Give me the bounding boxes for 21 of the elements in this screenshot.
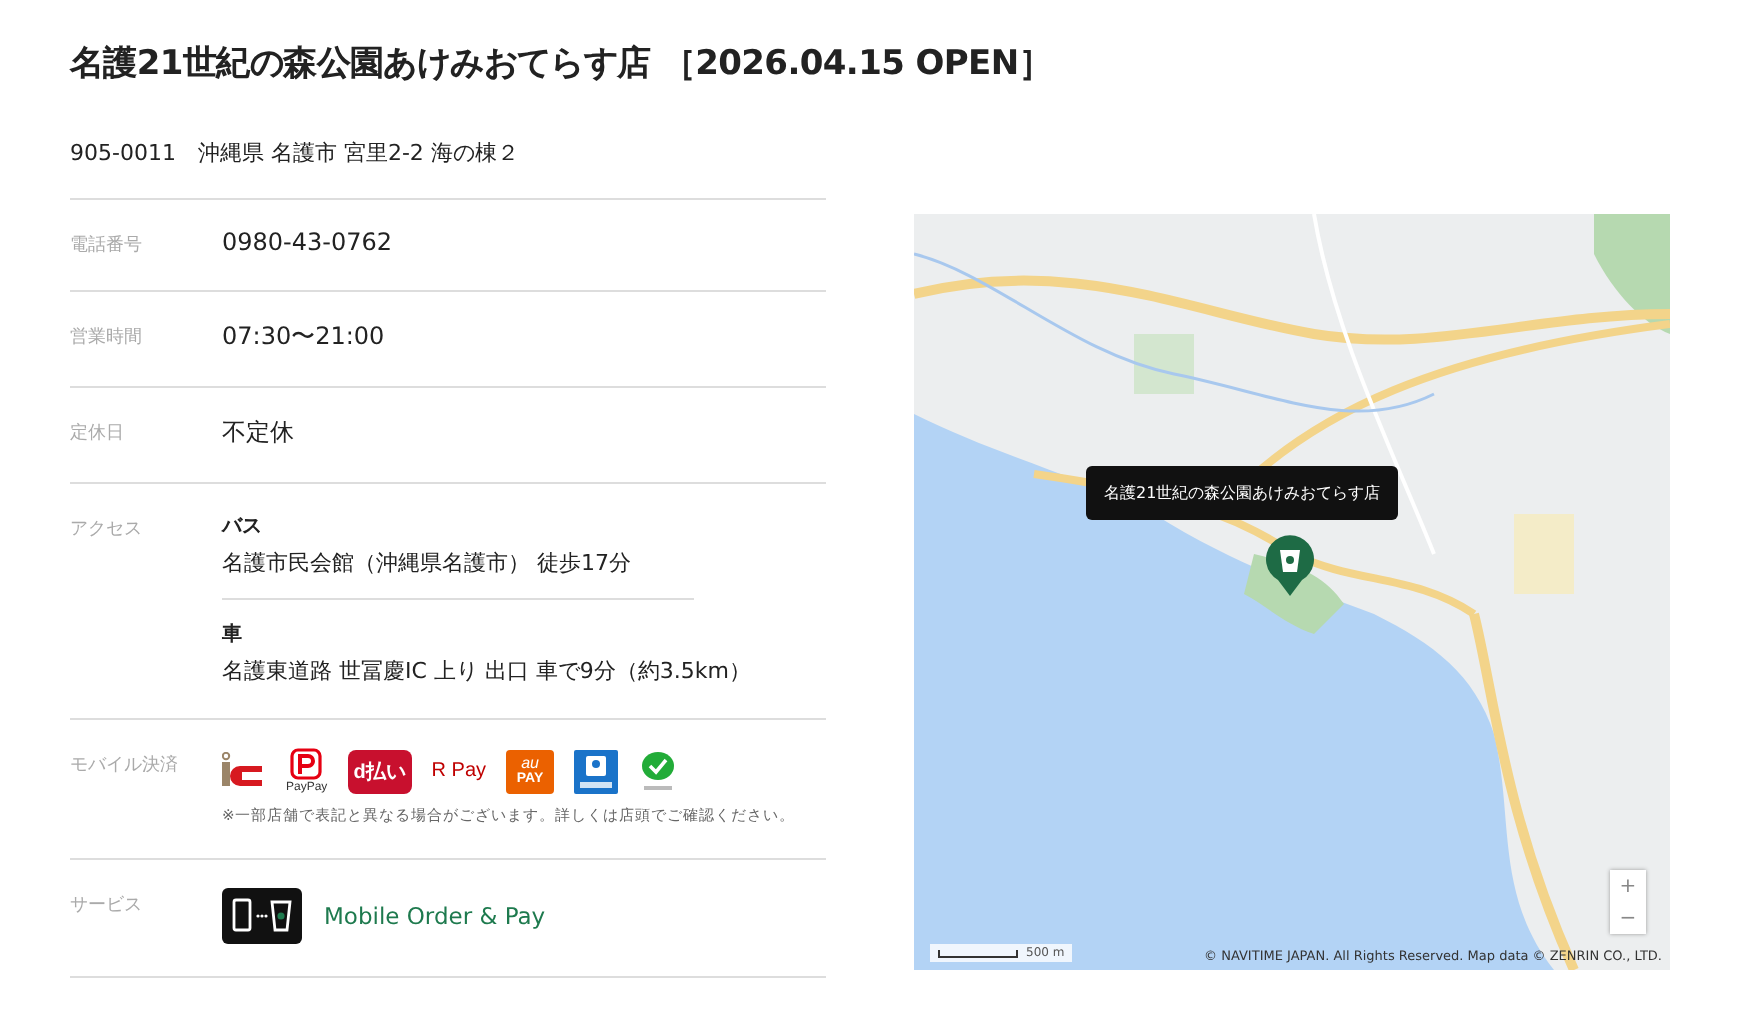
info-value: 0980-43-0762 [222,228,393,258]
info-label: 営業時間 [70,325,144,352]
route-detail: 名護市民会館（沖縄県名護市） 徒歩17分 [222,548,633,578]
info-label: モバイル決済 [70,753,180,780]
info-label: アクセス [70,518,144,544]
map-popup: 名護21世紀の森公園あけみおてらす店 [1086,466,1399,520]
rakuten-pay-logo: R Pay [431,760,487,782]
transport-mode: バス [222,514,262,540]
zoom-out-button[interactable]: − [1610,902,1646,934]
info-value: 不定休 [222,416,294,450]
info-label: サービス [70,893,144,920]
info-value: 07:30〜21:00 [222,320,385,354]
store-address: 905-0011 沖縄県 名護市 宮里2-2 海の棟２ [70,140,519,166]
info-label: 定休日 [70,421,126,448]
d-payment-logo: d払い [347,749,412,793]
store-title: 名護21世紀の森公園あけみおてらす店 ［2026.04.15 OPEN］ [70,42,1054,86]
zoom-in-button[interactable]: + [1610,870,1646,902]
service-link[interactable]: Mobile Order & Pay [324,902,546,930]
transport-mode: 車 [222,621,242,648]
route-detail: 名護東道路 世冨慶IC 上り 出口 車で9分（約3.5km） [222,656,751,686]
info-label: 電話番号 [70,233,144,258]
